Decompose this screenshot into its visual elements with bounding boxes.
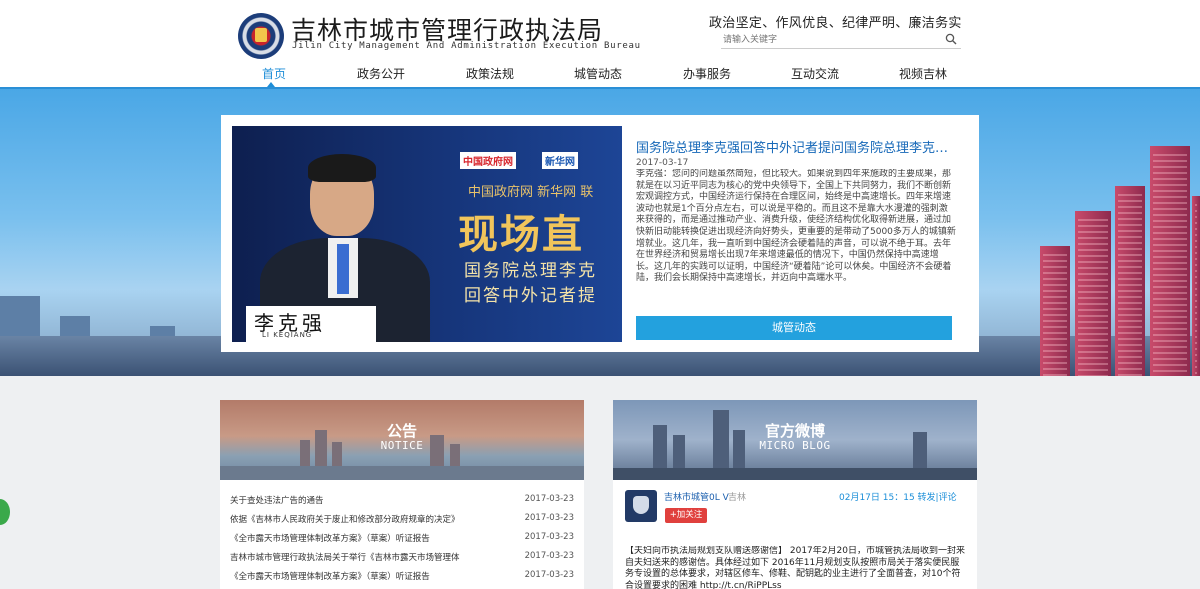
main-nav: 首页 政务公开 政策法规 城管动态 办事服务 互动交流 视频吉林	[220, 62, 980, 88]
weibo-username[interactable]: 吉林市城管0L V	[664, 490, 729, 503]
photo-caption-top: 中国政府网 新华网 联	[468, 185, 594, 200]
notice-row-title[interactable]: 《全市露天市场管理体制改革方案》（草案）听证报告	[230, 570, 430, 582]
notice-title: 公告	[386, 422, 417, 440]
notice-row-date: 2017-03-23	[524, 494, 574, 504]
nav-item-home[interactable]: 首页	[262, 65, 286, 82]
notice-row-title[interactable]: 吉林市城市管理行政执法局关于举行《吉林市露天市场管理体	[230, 551, 460, 563]
floating-share-icon[interactable]	[0, 499, 10, 525]
notice-row-date: 2017-03-23	[524, 570, 574, 580]
avatar[interactable]	[625, 490, 657, 522]
tower-shape	[1075, 211, 1111, 376]
notice-row[interactable]: 依据《吉林市人民政府关于废止和修改部分政府规章的决定》 2017-03-23	[230, 513, 574, 530]
weibo-post-text: 【夫妇向市执法局规划支队赠送感谢信】 2017年2月20日，市城管执法局收到一封…	[625, 546, 965, 589]
notice-row-title[interactable]: 关于查处违法广告的通告	[230, 494, 324, 506]
photo-logo-xinhua: 新华网	[542, 152, 578, 169]
notice-row-title[interactable]: 依据《吉林市人民政府关于废止和修改部分政府规章的决定》	[230, 513, 460, 525]
emblem-icon[interactable]	[238, 13, 284, 59]
weibo-title: 官方微博	[764, 422, 825, 440]
notice-subtitle: NOTICE	[380, 439, 424, 452]
notice-row[interactable]: 关于查处违法广告的通告 2017-03-23	[230, 494, 574, 511]
feature-title[interactable]: 国务院总理李克强回答中外记者提问国务院总理李克强回答中外记者提问	[636, 137, 956, 156]
site-subtitle: Jilin City Management And Administration…	[292, 41, 641, 51]
feature-card: 中国政府网 新华网 中国政府网 新华网 联 现场直 国务院总理李克 回答中外记者…	[221, 115, 979, 352]
notice-row[interactable]: 《全市露天市场管理体制改革方案》（草案）听证报告 2017-03-23	[230, 570, 574, 587]
tower-shape	[1150, 146, 1190, 376]
weibo-subtitle: MICRO BLOG	[759, 439, 831, 452]
feature-photo[interactable]: 中国政府网 新华网 中国政府网 新华网 联 现场直 国务院总理李克 回答中外记者…	[232, 126, 622, 342]
nav-item-services[interactable]: 办事服务	[683, 65, 731, 82]
nav-item-interaction[interactable]: 互动交流	[791, 65, 839, 82]
nav-item-video[interactable]: 视频吉林	[899, 65, 947, 82]
notice-row-date: 2017-03-23	[524, 551, 574, 561]
nameplate-name-en: LI KEQIANG	[262, 331, 313, 339]
weibo-panel: 官方微博 MICRO BLOG 吉林市城管0L V 吉林 02月17日 15：1…	[613, 400, 977, 589]
photo-caption-big: 现场直	[458, 211, 584, 258]
photo-logo-gov: 中国政府网	[460, 152, 516, 169]
notice-row[interactable]: 吉林市城市管理行政执法局关于举行《吉林市露天市场管理体 2017-03-23	[230, 551, 574, 568]
notice-banner: 公告 NOTICE	[220, 400, 584, 480]
slogan: 政治坚定、作风优良、纪律严明、廉洁务实	[709, 16, 962, 31]
weibo-location: 吉林	[728, 493, 747, 503]
tower-shape	[1192, 196, 1200, 376]
nav-item-news[interactable]: 城管动态	[574, 65, 622, 82]
notice-row[interactable]: 《全市露天市场管理体制改革方案》（草案）听证报告 2017-03-23	[230, 532, 574, 549]
notice-panel: 公告 NOTICE 关于查处违法广告的通告 2017-03-23 依据《吉林市人…	[220, 400, 584, 589]
photo-caption-line2: 回答中外记者提	[464, 286, 597, 306]
notice-row-date: 2017-03-23	[524, 513, 574, 523]
news-category-button[interactable]: 城管动态	[636, 316, 952, 340]
notice-row-date: 2017-03-23	[524, 532, 574, 542]
feature-text: 李克强：您问的问题虽然简短，但比较大。如果说到四年来施政的主要成果，那就是在以习…	[636, 169, 956, 284]
weibo-post-meta[interactable]: 02月17日 15：15 转发|评论	[839, 490, 957, 503]
weibo-banner: 官方微博 MICRO BLOG	[613, 400, 977, 480]
photo-caption-line1: 国务院总理李克	[464, 261, 597, 281]
feature-date: 2017-03-17	[636, 158, 689, 168]
nav-item-gov-affairs[interactable]: 政务公开	[357, 65, 405, 82]
notice-row-title[interactable]: 《全市露天市场管理体制改革方案》（草案）听证报告	[230, 532, 430, 544]
nav-item-policy[interactable]: 政策法规	[466, 65, 514, 82]
search-box	[721, 31, 961, 49]
search-icon[interactable]	[945, 33, 957, 45]
site-header: 吉林市城市管理行政执法局 Jilin City Management And A…	[0, 0, 1200, 88]
search-input[interactable]	[723, 32, 933, 47]
follow-button[interactable]: +加关注	[665, 508, 707, 523]
tower-shape	[1115, 186, 1145, 376]
tower-shape	[1040, 246, 1070, 376]
